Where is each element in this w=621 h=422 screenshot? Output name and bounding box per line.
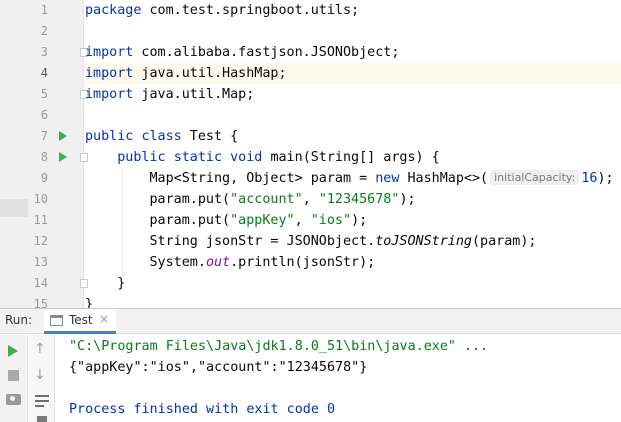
gutter-row: 6 [0, 105, 84, 126]
line-number: 7 [40, 129, 48, 143]
gutter-row: 8 [0, 147, 88, 168]
code-line-8: public static void main(String[] args) { [117, 150, 440, 165]
gutter-row: 13 [0, 252, 84, 273]
gutter-row: 9 [0, 168, 84, 189]
code-line-1: package com.test.springboot.utils; [85, 3, 360, 18]
code-area[interactable]: package com.test.springboot.utils; impor… [85, 0, 621, 308]
code-line-10: param.put("account", "12345678"); [85, 189, 621, 210]
console-exit-line: Process finished with exit code 0 [69, 402, 336, 417]
line-number: 4 [40, 66, 48, 80]
gutter-row: 5 [0, 84, 88, 105]
gutter-row: 4 [0, 63, 84, 84]
line-number: 5 [40, 87, 48, 101]
gutter-marker [0, 199, 28, 217]
console-icon [50, 315, 63, 326]
line-number: 6 [40, 108, 48, 122]
run-tool-window: Run: Test × ↑ ↓ "C:\Program Files\Java\j… [0, 308, 621, 422]
close-icon[interactable]: × [99, 312, 109, 326]
console-output-line: {"appKey":"ios","account":"12345678"} [69, 360, 368, 375]
editor-gutter: 1 2 3 4 5 6 7 8 9 10 11 12 13 14 15 [0, 0, 88, 308]
code-line-9: Map<String, Object> param = new HashMap<… [85, 168, 621, 189]
line-number: 9 [40, 171, 48, 185]
scroll-to-end-icon[interactable] [37, 416, 47, 422]
gutter-row: 3 [0, 42, 88, 63]
code-line-13: System.out.println(jsonStr); [85, 252, 621, 273]
line-number: 1 [40, 3, 48, 17]
gutter-row: 2 [0, 21, 84, 42]
line-number: 3 [40, 45, 48, 59]
line-number: 15 [33, 297, 48, 308]
gutter-row: 7 [0, 126, 84, 147]
run-toolbar-primary [0, 335, 28, 422]
code-line-15: } [85, 297, 94, 308]
gutter-row: 1 [0, 0, 84, 21]
up-arrow-icon[interactable]: ↑ [34, 341, 46, 357]
camera-icon[interactable] [6, 394, 21, 405]
line-number: 12 [33, 234, 48, 248]
code-line-11: param.put("appKey", "ios"); [85, 210, 621, 231]
code-line-14: } [117, 276, 126, 291]
code-line-7: public class Test { [85, 129, 239, 144]
down-arrow-icon[interactable]: ↓ [34, 367, 46, 383]
code-line-3: import com.alibaba.fastjson.JSONObject; [85, 45, 400, 60]
run-toolbar-secondary: ↑ ↓ [29, 335, 55, 422]
stop-icon[interactable] [8, 370, 19, 381]
run-class-icon[interactable] [59, 131, 67, 141]
line-number: 8 [40, 150, 48, 164]
gutter-row: 15 [0, 294, 84, 308]
tab-test[interactable]: Test × [44, 309, 116, 334]
line-number: 13 [33, 255, 48, 269]
tab-title: Test [69, 313, 93, 327]
run-label: Run: [5, 313, 33, 327]
line-number: 2 [40, 24, 48, 38]
run-main-icon[interactable] [59, 152, 67, 162]
console-output[interactable]: "C:\Program Files\Java\jdk1.8.0_51\bin\j… [56, 335, 621, 422]
code-line-4-current: import java.util.HashMap; [85, 63, 621, 84]
parameter-hint: initialCapacity: [490, 170, 580, 185]
gutter-row: 14 [0, 273, 88, 294]
run-header: Run: Test × [0, 309, 621, 334]
code-line-5: import java.util.Map; [85, 87, 255, 102]
rerun-icon[interactable] [8, 345, 18, 357]
soft-wrap-icon[interactable] [35, 395, 49, 407]
code-line-12: String jsonStr = JSONObject.toJSONString… [85, 231, 621, 252]
line-number: 14 [33, 276, 48, 290]
code-editor[interactable]: 1 2 3 4 5 6 7 8 9 10 11 12 13 14 15 pack… [0, 0, 621, 308]
gutter-row: 12 [0, 231, 84, 252]
console-command-line[interactable]: "C:\Program Files\Java\jdk1.8.0_51\bin\j… [69, 336, 488, 357]
